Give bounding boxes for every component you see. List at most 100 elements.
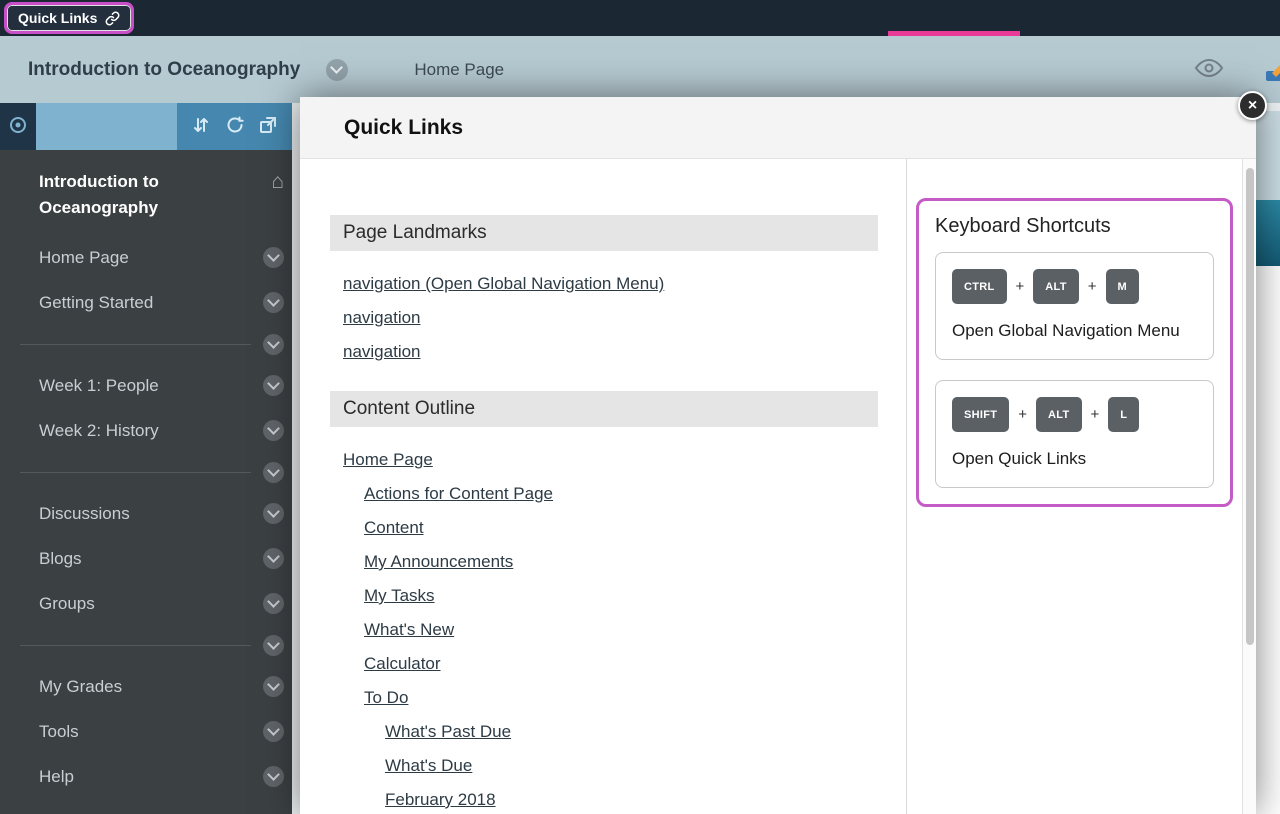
header-right-actions: [1194, 57, 1280, 83]
outline-link[interactable]: My Tasks: [364, 586, 435, 606]
chevron-down-icon[interactable]: [263, 635, 284, 656]
outline-link[interactable]: Calculator: [364, 654, 441, 674]
modal-body: Page Landmarks navigation (Open Global N…: [300, 159, 1256, 814]
outline-link-row: To Do: [330, 681, 878, 715]
outline-link-row: My Tasks: [330, 579, 878, 613]
chevron-down-icon[interactable]: [263, 766, 284, 787]
sidebar-course-title-label: Introduction to Oceanography: [39, 169, 271, 221]
keyboard-shortcuts-panel: Keyboard Shortcuts CTRL + ALT + M Open G…: [916, 198, 1233, 507]
menu-toolbar-icons: [177, 103, 292, 150]
outline-link[interactable]: February 2018: [385, 790, 496, 810]
outline-link[interactable]: What's Past Due: [385, 722, 511, 742]
divider-line: [20, 645, 251, 646]
sidebar-item-discussions[interactable]: Discussions: [0, 491, 292, 536]
sidebar-item-label: Help: [39, 767, 263, 787]
chevron-down-icon[interactable]: [263, 721, 284, 742]
outline-links: Home Page Actions for Content Page Conte…: [330, 443, 878, 814]
quick-links-button[interactable]: Quick Links: [4, 2, 134, 34]
page-landmarks-heading: Page Landmarks: [330, 215, 878, 251]
course-menu-sidebar: Introduction to Oceanography ⌂ Home Page…: [0, 103, 292, 814]
keycap: M: [1106, 269, 1139, 304]
landmark-link-row: navigation: [330, 301, 878, 335]
course-menu-toolbar: [0, 103, 292, 150]
chevron-down-icon[interactable]: [263, 247, 284, 268]
sidebar-item-home-page[interactable]: Home Page: [0, 235, 292, 280]
modal-title: Quick Links: [344, 116, 463, 140]
sidebar-item-help[interactable]: Help: [0, 754, 292, 799]
student-preview-button[interactable]: [1194, 57, 1224, 82]
sidebar-item-week-2-history[interactable]: Week 2: History: [0, 408, 292, 453]
sidebar-item-blogs[interactable]: Blogs: [0, 536, 292, 581]
shortcut-description: Open Quick Links: [952, 446, 1197, 471]
menu-circle-button[interactable]: [0, 103, 36, 150]
landmark-link[interactable]: navigation (Open Global Navigation Menu): [343, 274, 664, 294]
outline-link[interactable]: What's Due: [385, 756, 472, 776]
chevron-down-icon[interactable]: [263, 503, 284, 524]
sidebar-item-groups[interactable]: Groups: [0, 581, 292, 626]
sidebar-item-label: My Grades: [39, 677, 263, 697]
sidebar-item-week-1-people[interactable]: Week 1: People: [0, 363, 292, 408]
modal-header: Quick Links: [300, 97, 1256, 159]
sidebar-item-label: Week 2: History: [39, 421, 263, 441]
chevron-down-icon[interactable]: [263, 462, 284, 483]
outline-link-row: February 2018: [330, 783, 878, 814]
modal-left-column: Page Landmarks navigation (Open Global N…: [300, 159, 907, 814]
chevron-down-icon[interactable]: [263, 593, 284, 614]
landmark-link-row: navigation (Open Global Navigation Menu): [330, 267, 878, 301]
shortcut-card: CTRL + ALT + M Open Global Navigation Me…: [935, 252, 1214, 360]
edit-mode-icon[interactable]: [1264, 57, 1280, 83]
keyboard-shortcuts-heading: Keyboard Shortcuts: [935, 215, 1214, 238]
modal-scrollbar[interactable]: [1242, 159, 1256, 814]
keycap: SHIFT: [952, 397, 1009, 432]
outline-link-row: What's New: [330, 613, 878, 647]
refresh-icon: [225, 115, 245, 138]
plus-sign: +: [1088, 278, 1097, 295]
keycap: ALT: [1033, 269, 1078, 304]
course-header: Introduction to Oceanography Home Page: [0, 36, 1280, 103]
sidebar-divider: [0, 453, 292, 491]
sidebar-item-getting-started[interactable]: Getting Started: [0, 280, 292, 325]
course-menu-chevron-icon[interactable]: [326, 59, 348, 81]
outline-link[interactable]: Actions for Content Page: [364, 484, 553, 504]
divider-line: [20, 344, 251, 345]
popout-button[interactable]: [258, 115, 278, 138]
outline-link[interactable]: Content: [364, 518, 424, 538]
sidebar-course-title[interactable]: Introduction to Oceanography ⌂: [0, 150, 292, 235]
link-icon: [105, 11, 120, 26]
menu-view-toggle[interactable]: [36, 103, 177, 150]
shortcut-keys: CTRL + ALT + M: [952, 269, 1197, 304]
landmark-link[interactable]: navigation: [343, 342, 421, 362]
popout-window-icon: [258, 115, 278, 138]
sidebar-item-label: Discussions: [39, 504, 263, 524]
sidebar-item-tools[interactable]: Tools: [0, 709, 292, 754]
chevron-down-icon[interactable]: [263, 292, 284, 313]
outline-link[interactable]: Home Page: [343, 450, 433, 470]
outline-link[interactable]: My Announcements: [364, 552, 513, 572]
close-button[interactable]: ×: [1238, 91, 1267, 120]
page-title: Home Page: [414, 60, 504, 80]
top-bar: Quick Links: [0, 0, 1280, 36]
keycap: CTRL: [952, 269, 1007, 304]
sidebar-item-my-grades[interactable]: My Grades: [0, 664, 292, 709]
outline-link-row: Home Page: [330, 443, 878, 477]
scrollbar-thumb[interactable]: [1246, 168, 1254, 645]
circle-dot-icon: [8, 115, 28, 138]
chevron-down-icon[interactable]: [263, 548, 284, 569]
chevron-down-icon[interactable]: [263, 676, 284, 697]
outline-link[interactable]: What's New: [364, 620, 454, 640]
landmark-link[interactable]: navigation: [343, 308, 421, 328]
plus-sign: +: [1016, 278, 1025, 295]
outline-link-row: Content: [330, 511, 878, 545]
keycap: ALT: [1036, 397, 1081, 432]
outline-link[interactable]: To Do: [364, 688, 408, 708]
keycap: L: [1108, 397, 1139, 432]
reorder-button[interactable]: [191, 115, 211, 138]
refresh-button[interactable]: [225, 115, 245, 138]
reorder-arrows-icon: [191, 115, 211, 138]
sidebar-item-label: Blogs: [39, 549, 263, 569]
chevron-down-icon[interactable]: [263, 375, 284, 396]
quick-links-label: Quick Links: [18, 10, 97, 26]
chevron-down-icon[interactable]: [263, 420, 284, 441]
chevron-down-icon[interactable]: [263, 334, 284, 355]
outline-link-row: Actions for Content Page: [330, 477, 878, 511]
